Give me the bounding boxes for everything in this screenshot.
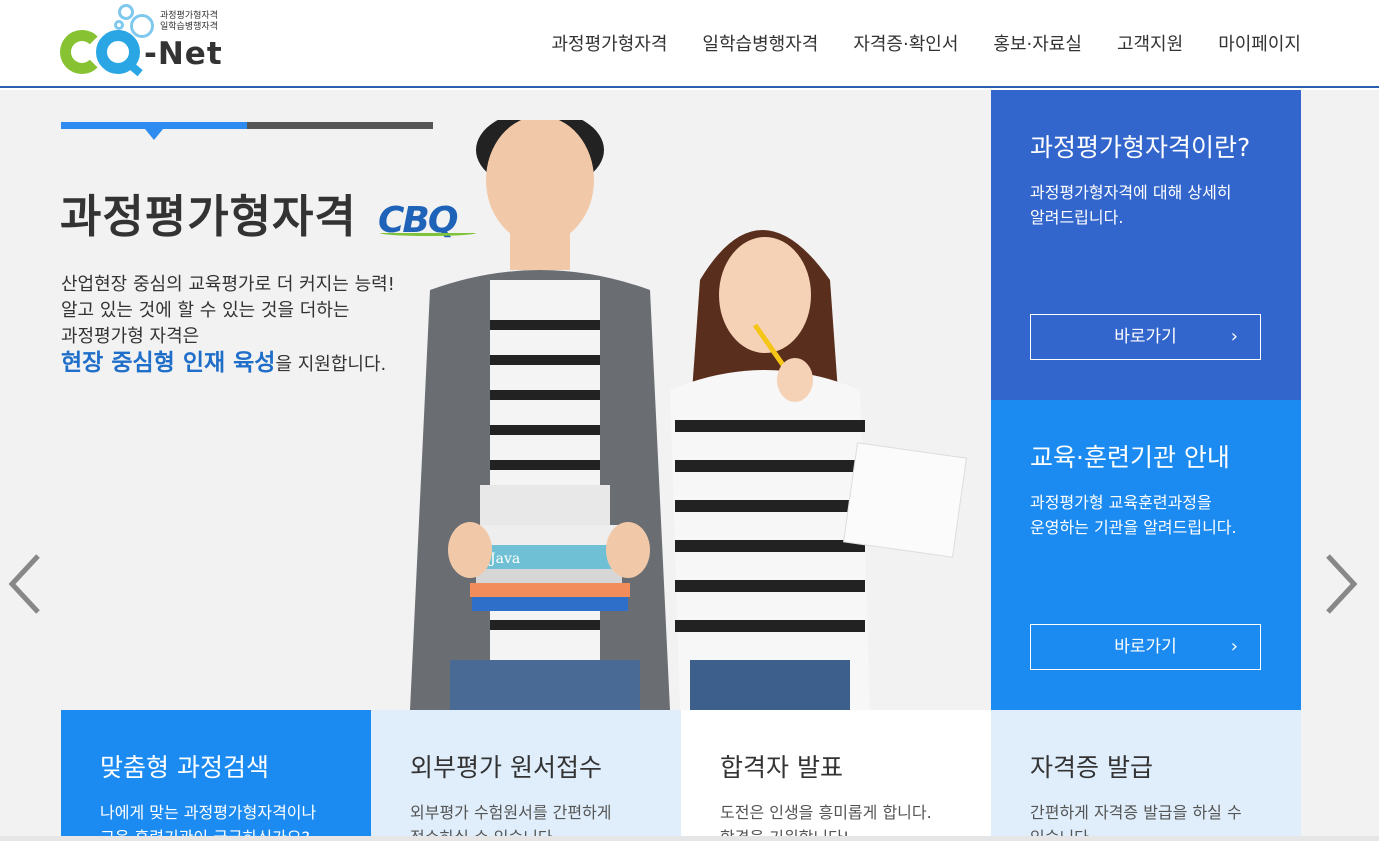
tile-custom-course-search[interactable]: 맞춤형 과정검색 나에게 맞는 과정평가형자격이나 교육·훈련기관이 궁금하신가… (61, 710, 371, 841)
hero-highlight: 현장 중심형 인재 육성 (61, 350, 276, 376)
nav-item-pr-resources[interactable]: 홍보·자료실 (993, 30, 1082, 56)
tile-title: 외부평가 원서접수 (410, 753, 602, 782)
panel-description: 과정평가형자격에 대해 상세히 알려드립니다. (1030, 183, 1232, 227)
prev-slide-arrow-icon[interactable] (8, 554, 48, 614)
chevron-right-icon: › (1230, 326, 1238, 347)
panel-description: 과정평가형 교육훈련과정을 운영하는 기관을 알려드립니다. (1030, 493, 1237, 537)
go-button[interactable]: 바로가기 › (1030, 314, 1261, 360)
nav-item-mypage[interactable]: 마이페이지 (1218, 30, 1301, 56)
tile-description: 간편하게 자격증 발급을 하실 수 있습니다. (1030, 803, 1242, 841)
next-slide-arrow-icon[interactable] (1324, 554, 1364, 614)
nav-item-support[interactable]: 고객지원 (1117, 30, 1183, 56)
main-visual: 과정평가형자격 CBQ 산업현장 중심의 교육평가로 더 커지는 능력! 알고 … (0, 90, 1379, 841)
logo-subtitle: 과정평가형자격 일학습병행자격 (160, 11, 218, 32)
tile-description: 도전은 인생을 흥미롭게 합니다. 합격을 기원합니다! (720, 803, 932, 841)
hero-title: 과정평가형자격 (60, 190, 357, 243)
tile-title: 합격자 발표 (720, 753, 843, 782)
hero-description: 산업현장 중심의 교육평가로 더 커지는 능력! 알고 있는 것에 할 수 있는… (61, 274, 395, 376)
site-header: 과정평가형자격 일학습병행자격 -Net 과정평가형자격 일학습병행자격 자격증… (0, 0, 1379, 88)
svg-text:Java: Java (488, 551, 520, 567)
nav-item-work-learning[interactable]: 일학습병행자격 (702, 30, 818, 56)
slide-indicator-marker (145, 129, 163, 140)
go-button[interactable]: 바로가기 › (1030, 624, 1261, 670)
chevron-right-icon: › (1230, 636, 1238, 657)
tile-description: 나에게 맞는 과정평가형자격이나 교육·훈련기관이 궁금하신가요? (100, 803, 317, 841)
panel-course-eval-intro: 과정평가형자격이란? 과정평가형자격에 대해 상세히 알려드립니다. 바로가기 … (991, 90, 1301, 400)
tile-title: 맞춤형 과정검색 (100, 753, 269, 782)
tile-certificate-issuance[interactable]: 자격증 발급 간편하게 자격증 발급을 하실 수 있습니다. (991, 710, 1301, 841)
tile-title: 자격증 발급 (1030, 753, 1153, 782)
tile-external-eval-application[interactable]: 외부평가 원서접수 외부평가 수험원서를 간편하게 접수하실 수 있습니다. (371, 710, 681, 841)
tile-pass-announcement[interactable]: 합격자 발표 도전은 인생을 흥미롭게 합니다. 합격을 기원합니다! (681, 710, 991, 841)
panel-training-institutions: 교육·훈련기관 안내 과정평가형 교육훈련과정을 운영하는 기관을 알려드립니다… (991, 400, 1301, 710)
nav-item-certificates[interactable]: 자격증·확인서 (853, 30, 958, 56)
main-nav: 과정평가형자격 일학습병행자격 자격증·확인서 홍보·자료실 고객지원 마이페이… (516, 30, 1301, 56)
nav-item-course-eval[interactable]: 과정평가형자격 (551, 30, 667, 56)
panel-title: 교육·훈련기관 안내 (1030, 443, 1230, 472)
cq-net-logo[interactable]: 과정평가형자격 일학습병행자격 -Net (60, 0, 230, 84)
logo-text: -Net (144, 36, 223, 72)
students-photo: Java (410, 120, 967, 710)
panel-title: 과정평가형자격이란? (1030, 133, 1251, 162)
tile-description: 외부평가 수험원서를 간편하게 접수하실 수 있습니다. (410, 803, 612, 841)
